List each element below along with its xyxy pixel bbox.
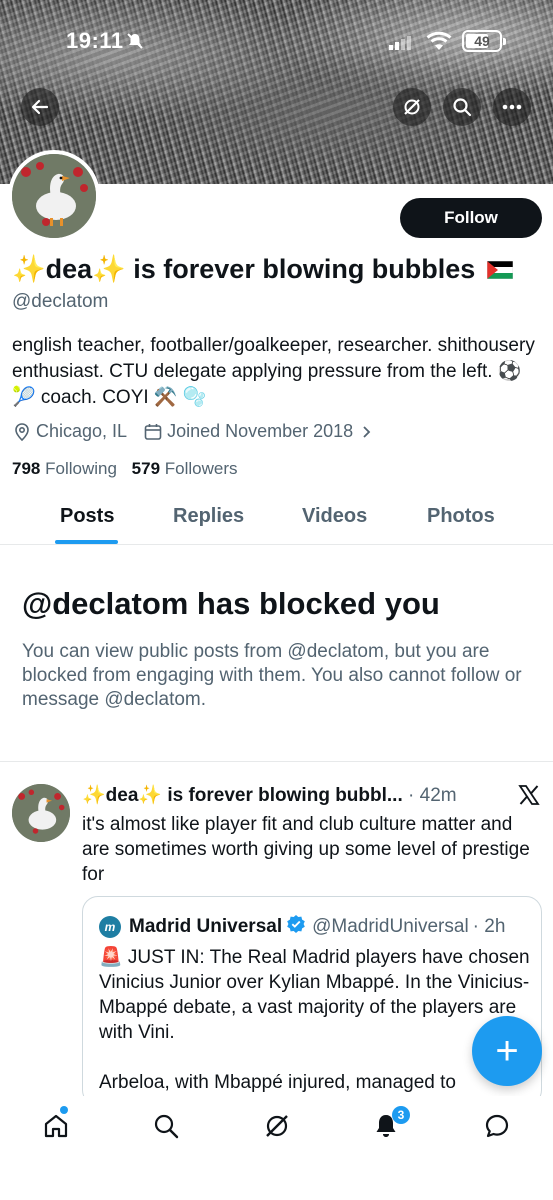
tab-replies[interactable]: Replies — [173, 505, 244, 528]
nav-search[interactable] — [148, 1108, 184, 1144]
post-header: ✨dea✨ is forever blowing bubbl... · 42m — [82, 783, 457, 807]
verified-badge-icon — [286, 914, 306, 940]
battery-level: 49 — [474, 33, 490, 49]
section-divider — [0, 761, 553, 762]
nav-grok[interactable] — [259, 1108, 295, 1144]
search-button[interactable] — [443, 88, 481, 126]
battery-icon: 49 — [462, 30, 506, 52]
profile-display-name: ✨dea✨ is forever blowing bubbles — [12, 253, 514, 286]
grok-button[interactable] — [393, 88, 431, 126]
quote-text: 🚨 JUST IN: The Real Madrid players have … — [99, 945, 539, 1095]
quote-avatar: m — [99, 916, 121, 938]
tab-posts[interactable]: Posts — [60, 505, 114, 528]
quote-author-name: Madrid Universal — [129, 916, 283, 937]
nav-home[interactable] — [38, 1108, 74, 1144]
followers-count: 579 — [131, 459, 161, 478]
blocked-title: @declatom has blocked you — [22, 586, 440, 621]
location-pin-icon — [15, 422, 29, 441]
post-author-avatar[interactable] — [12, 784, 70, 842]
following-label: Following — [45, 459, 117, 478]
follow-counts: 798 Following 579 Followers — [12, 459, 238, 479]
message-icon — [485, 1114, 509, 1138]
calendar-icon — [144, 423, 162, 440]
more-icon — [502, 104, 522, 110]
quote-time: · 2h — [472, 916, 506, 937]
more-button[interactable] — [493, 88, 531, 126]
back-button[interactable] — [21, 88, 59, 126]
home-icon — [44, 1114, 68, 1138]
grok-icon — [404, 99, 420, 115]
post-time[interactable]: · 42m — [408, 785, 457, 806]
search-icon — [154, 1114, 179, 1139]
quoted-post[interactable]: m Madrid Universal @MadridUniversal · 2h… — [82, 896, 542, 1106]
compose-post-button[interactable]: + — [472, 1016, 542, 1086]
quote-handle: @MadridUniversal — [312, 916, 469, 937]
profile-meta: Chicago, IL Joined November 2018 — [12, 421, 393, 442]
nav-messages[interactable] — [479, 1108, 515, 1144]
location-text: Chicago, IL — [36, 421, 128, 441]
chevron-right-icon — [363, 425, 371, 438]
post-author-name[interactable]: ✨dea✨ is forever blowing bubbl... — [82, 785, 403, 806]
joined-text: Joined November 2018 — [167, 421, 354, 441]
signal-icon — [389, 36, 411, 55]
profile-tabs: Posts Replies Videos Photos — [0, 495, 553, 545]
tab-videos[interactable]: Videos — [302, 505, 367, 528]
x-logo-icon — [518, 784, 540, 811]
profile-avatar[interactable] — [8, 150, 100, 242]
wifi-icon — [426, 31, 452, 56]
followers-label: Followers — [164, 459, 238, 478]
following-link[interactable]: 798 Following — [12, 459, 117, 478]
follow-button[interactable]: Follow — [400, 198, 542, 238]
palestine-flag-icon — [486, 255, 514, 286]
profile-bio: english teacher, footballer/goalkeeper, … — [12, 335, 535, 408]
notifications-badge: 3 — [392, 1106, 410, 1124]
status-bar: 19:11 49 — [0, 28, 553, 56]
arrow-left-icon — [31, 99, 49, 115]
tab-photos[interactable]: Photos — [427, 505, 495, 528]
search-icon — [453, 98, 472, 117]
profile-handle: @declatom — [12, 291, 109, 312]
quote-text-paragraph-1: 🚨 JUST IN: The Real Madrid players have … — [99, 947, 530, 1043]
grok-icon — [266, 1115, 288, 1137]
following-count: 798 — [12, 459, 41, 478]
home-unread-dot — [60, 1106, 68, 1114]
status-time: 19:11 — [66, 28, 124, 53]
bell-off-icon — [126, 32, 144, 55]
active-tab-indicator — [55, 540, 118, 544]
joined-item[interactable]: Joined November 2018 — [143, 421, 377, 442]
blocked-description: You can view public posts from @declatom… — [22, 641, 522, 710]
quote-header: m Madrid Universal @MadridUniversal · 2h — [99, 914, 505, 940]
post-text: it's almost like player fit and club cul… — [82, 814, 530, 885]
bottom-navigation: 3 — [0, 1096, 553, 1200]
location-item: Chicago, IL — [12, 421, 127, 442]
display-name-text: ✨dea✨ is forever blowing bubbles — [12, 254, 476, 284]
quote-text-paragraph-2: Arbeloa, with Mbappé injured, managed to — [99, 1072, 457, 1093]
followers-link[interactable]: 579 Followers — [132, 459, 238, 478]
